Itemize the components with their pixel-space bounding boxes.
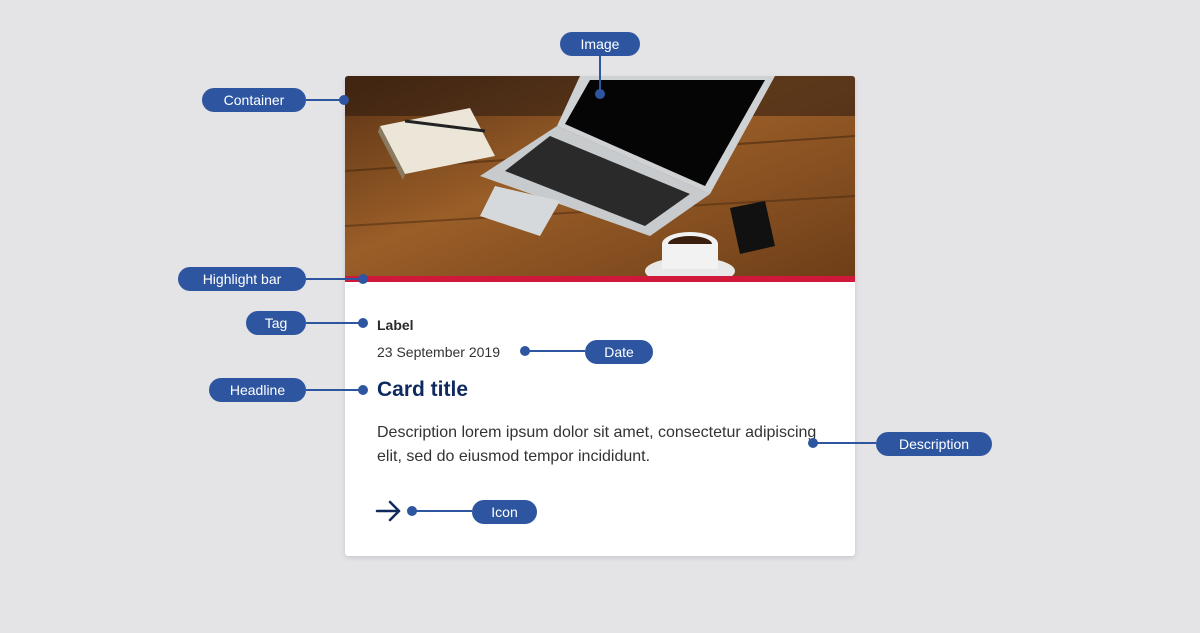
callout-date: Date xyxy=(585,340,653,364)
highlight-bar xyxy=(345,276,855,282)
leader-highlight-bar xyxy=(306,278,363,280)
leader-date xyxy=(525,350,585,352)
card-description: Description lorem ipsum dolor sit amet, … xyxy=(377,424,817,465)
marker-headline xyxy=(358,385,368,395)
callout-headline: Headline xyxy=(209,378,306,402)
marker-highlight-bar xyxy=(358,274,368,284)
card-image xyxy=(345,76,855,276)
leader-description xyxy=(813,442,876,444)
callout-image: Image xyxy=(560,32,640,56)
callout-highlight-bar: Highlight bar xyxy=(178,267,306,291)
marker-tag xyxy=(358,318,368,328)
arrow-right-icon[interactable] xyxy=(375,500,403,522)
leader-tag xyxy=(306,322,363,324)
callout-icon: Icon xyxy=(472,500,537,524)
callout-tag: Tag xyxy=(246,311,306,335)
card-title[interactable]: Card title xyxy=(377,378,468,402)
card-tag: Label xyxy=(377,317,414,333)
callout-description: Description xyxy=(876,432,992,456)
marker-container xyxy=(339,95,349,105)
leader-headline xyxy=(306,389,363,391)
marker-image xyxy=(595,89,605,99)
leader-icon xyxy=(412,510,472,512)
callout-container: Container xyxy=(202,88,306,112)
card-date: 23 September 2019 xyxy=(377,344,500,360)
card-container: Label 23 September 2019 Card title Descr… xyxy=(345,76,855,556)
